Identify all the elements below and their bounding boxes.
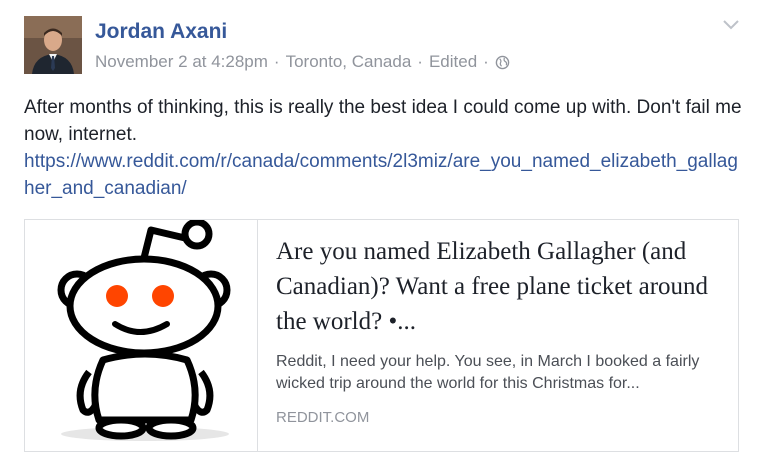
link-preview-body[interactable]: Are you named Elizabeth Gallagher (and C…	[258, 220, 738, 451]
meta-separator: ·	[483, 52, 489, 71]
post-card: Jordan Axani November 2 at 4:28pm · Toro…	[0, 0, 760, 465]
avatar[interactable]	[24, 16, 82, 74]
link-thumbnail[interactable]	[25, 218, 258, 451]
link-description: Reddit, I need your help. You see, in Ma…	[276, 353, 700, 392]
post-timestamp[interactable]: November 2 at 4:28pm	[95, 52, 268, 72]
post-text: After months of thinking, this is really…	[24, 97, 742, 145]
author-name[interactable]: Jordan Axani	[95, 20, 227, 44]
profile-photo-icon	[24, 16, 82, 74]
chevron-down-icon[interactable]	[722, 18, 740, 32]
post-link[interactable]: https://www.reddit.com/r/canada/comments…	[24, 148, 744, 202]
reddit-alien-icon	[57, 218, 231, 441]
link-preview-card[interactable]: Are you named Elizabeth Gallagher (and C…	[24, 218, 739, 452]
meta-separator: ·	[273, 52, 280, 71]
link-domain: REDDIT.COM	[276, 409, 370, 426]
post-location[interactable]: Toronto, Canada	[286, 52, 412, 72]
post-meta: November 2 at 4:28pm · Toronto, Canada ·…	[95, 52, 510, 72]
meta-separator: ·	[417, 52, 423, 71]
globe-icon[interactable]	[495, 55, 510, 70]
link-title[interactable]: Are you named Elizabeth Gallagher (and C…	[276, 234, 720, 339]
edited-label[interactable]: Edited	[429, 52, 477, 72]
